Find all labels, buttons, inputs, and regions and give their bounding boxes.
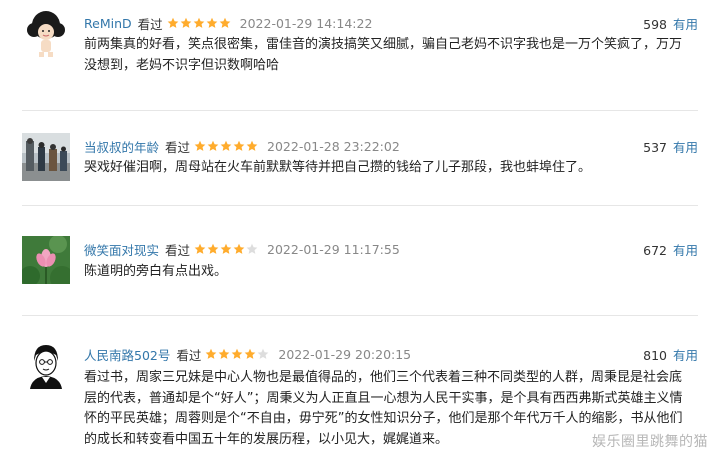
vote-count: 598 — [643, 17, 667, 32]
star-filled-icon — [207, 140, 219, 151]
star-rating — [205, 348, 270, 360]
useful-button[interactable]: 有用 — [673, 140, 698, 155]
star-filled-icon — [180, 17, 191, 28]
watch-status: 看过 — [165, 139, 191, 155]
star-empty-icon — [246, 243, 258, 254]
review-date: 2022-01-28 23:22:02 — [267, 138, 400, 154]
username-link[interactable]: ReMinD — [84, 16, 132, 31]
watch-status: 看过 — [165, 242, 191, 258]
review-text: 看过书，周家三兄妹是中心人物也是最值得品的，他们三个代表着三种不同类型的人群，周… — [84, 370, 683, 447]
review-text: 哭戏好催泪啊，周母站在火车前默默等待并把自己攒的钱给了儿子那段，我也蚌埠住了。 — [84, 160, 592, 175]
divider — [22, 110, 698, 111]
star-filled-icon — [206, 17, 217, 28]
vote-area: 810 有用 — [643, 345, 698, 364]
review-item: 人民南路502号 看过 2022-01-29 20:20:15 810 有用 看过… — [0, 341, 722, 451]
star-filled-icon — [194, 140, 206, 151]
review-header: ReMinD 看过 2022-01-29 14:14:22 — [84, 14, 372, 32]
star-filled-icon — [232, 348, 243, 359]
star-filled-icon — [219, 17, 230, 28]
useful-button[interactable]: 有用 — [673, 348, 698, 363]
watch-status: 看过 — [176, 347, 202, 363]
lotus-flower-avatar-icon[interactable] — [22, 236, 70, 284]
star-filled-icon — [233, 243, 245, 254]
vote-area: 598 有用 — [643, 14, 698, 33]
divider — [22, 205, 698, 206]
username-link[interactable]: 微笑面对现实 — [84, 240, 159, 259]
watch-status: 看过 — [137, 16, 163, 32]
star-filled-icon — [219, 348, 230, 359]
star-filled-icon — [194, 243, 206, 254]
vote-area: 537 有用 — [643, 137, 698, 156]
street-photo-avatar-icon[interactable] — [22, 133, 70, 181]
review-date: 2022-01-29 14:14:22 — [239, 15, 373, 31]
vote-count: 537 — [643, 140, 667, 155]
vote-area: 672 有用 — [643, 240, 698, 259]
review-header: 人民南路502号 看过 2022-01-29 20:20:15 — [84, 345, 411, 363]
review-header: 微笑面对现实 看过 2022-01-29 11:17:55 — [84, 240, 400, 258]
star-filled-icon — [220, 140, 232, 151]
star-filled-icon — [206, 348, 217, 359]
review-date: 2022-01-29 20:20:15 — [278, 346, 412, 362]
star-filled-icon — [245, 348, 256, 359]
vote-count: 810 — [643, 348, 667, 363]
star-rating — [194, 243, 259, 255]
useful-button[interactable]: 有用 — [673, 17, 698, 32]
star-filled-icon — [207, 243, 219, 254]
review-header: 当叔叔的年龄 看过 2022-01-28 23:22:02 — [84, 137, 400, 155]
star-filled-icon — [193, 17, 204, 28]
username-link[interactable]: 人民南路502号 — [84, 345, 170, 364]
star-rating — [194, 140, 259, 152]
username-link[interactable]: 当叔叔的年龄 — [84, 137, 159, 156]
review-text: 前两集真的好看，笑点很密集，雷佳音的演技搞笑又细腻，骗自己老妈不识字我也是一万个… — [84, 37, 683, 73]
star-empty-icon — [258, 348, 269, 359]
review-item: 微笑面对现实 看过 2022-01-29 11:17:55 672 有用 陈道明的… — [0, 236, 722, 291]
useful-button[interactable]: 有用 — [673, 243, 698, 258]
review-item: ReMinD 看过 2022-01-29 14:14:22 598 有用 前两集真… — [0, 10, 722, 80]
star-rating — [167, 17, 232, 29]
star-filled-icon — [220, 243, 232, 254]
star-filled-icon — [233, 140, 245, 151]
star-filled-icon — [246, 140, 258, 151]
star-filled-icon — [167, 17, 178, 28]
vote-count: 672 — [643, 243, 667, 258]
review-text: 陈道明的旁白有点出戏。 — [84, 264, 228, 279]
afro-cartoon-avatar-icon[interactable] — [22, 10, 70, 58]
review-date: 2022-01-29 11:17:55 — [267, 241, 400, 257]
divider — [22, 315, 698, 316]
review-item: 当叔叔的年龄 看过 2022-01-28 23:22:02 537 有用 哭戏好催… — [0, 133, 722, 193]
cartoon-man-avatar-icon[interactable] — [22, 341, 70, 389]
